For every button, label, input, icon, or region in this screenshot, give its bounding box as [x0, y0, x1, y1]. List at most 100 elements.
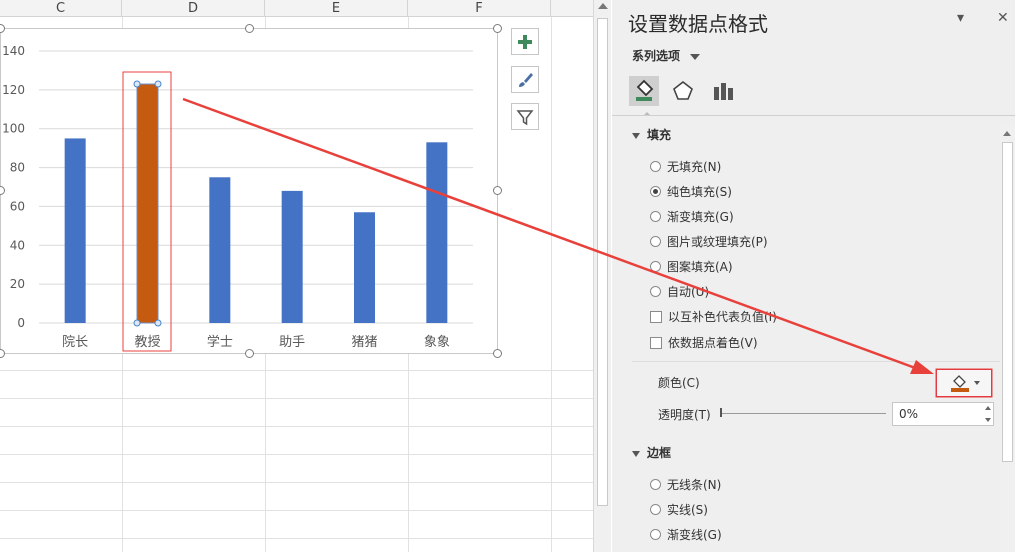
- resize-handle-top[interactable]: [245, 24, 254, 33]
- spin-up-icon[interactable]: [985, 406, 991, 410]
- border-option-solid[interactable]: 实线(S): [650, 501, 708, 518]
- option-label: 渐变填充(G): [667, 210, 734, 224]
- border-option-gradient[interactable]: 渐变线(G): [650, 526, 722, 543]
- chart-area[interactable]: 0 20 40 60 80 100 120 140 院长 教授 学士 助手 猪猪 象象: [0, 28, 498, 354]
- scrollbar-thumb[interactable]: [597, 18, 608, 506]
- fill-option-none[interactable]: 无填充(N): [650, 158, 721, 175]
- collapse-triangle-icon: [632, 450, 640, 457]
- pane-body: 填充 无填充(N) 纯色填充(S) 渐变填充(G) 图片或纹理填充(P) 图案填…: [612, 116, 1000, 552]
- border-section-label: 边框: [647, 446, 672, 460]
- x-tick-label: 猪猪: [351, 335, 377, 350]
- grid-line: [0, 538, 593, 539]
- option-label: 无线条(N): [667, 478, 722, 492]
- spin-down-icon[interactable]: [985, 418, 991, 422]
- chart-filters-button[interactable]: [511, 103, 539, 130]
- resize-handle-bottom-left[interactable]: [0, 349, 5, 358]
- radio-gradient-fill[interactable]: [650, 211, 661, 222]
- resize-handle-bottom[interactable]: [245, 349, 254, 358]
- transparency-slider[interactable]: [720, 413, 886, 414]
- resize-handle-right[interactable]: [493, 186, 502, 195]
- column-header-c[interactable]: C: [0, 0, 122, 17]
- radio-picture-fill[interactable]: [650, 236, 661, 247]
- data-point-handle[interactable]: [133, 319, 141, 327]
- radio-solid-fill[interactable]: [650, 186, 661, 197]
- border-option-none[interactable]: 无线条(N): [650, 476, 721, 493]
- x-tick-label: 教授: [134, 334, 160, 350]
- chevron-down-icon: [690, 53, 701, 60]
- fill-option-solid[interactable]: 纯色填充(S): [650, 183, 732, 200]
- bar-助手[interactable]: [281, 190, 303, 323]
- data-point-handle[interactable]: [133, 80, 141, 88]
- brush-icon: [519, 72, 533, 87]
- close-icon[interactable]: ✕: [997, 10, 1009, 26]
- collapse-triangle-icon: [632, 132, 640, 139]
- y-tick-label: 80: [10, 161, 25, 175]
- invert-if-negative-option[interactable]: 以互补色代表负值(I): [650, 308, 777, 325]
- option-label: 无填充(N): [667, 160, 722, 174]
- resize-handle-bottom-right[interactable]: [493, 349, 502, 358]
- grid-line: [551, 17, 552, 552]
- color-swatch: [951, 388, 969, 392]
- option-label: 自动(U): [667, 285, 710, 299]
- format-data-point-pane: 设置数据点格式 ▾ ✕ 系列选项 填充 无填充(N) 纯色填充(S) 渐变填充(…: [612, 0, 1015, 552]
- scroll-up-icon[interactable]: [1003, 131, 1011, 136]
- color-label: 颜色(C): [658, 376, 700, 390]
- bar-院长[interactable]: [64, 138, 86, 323]
- fill-section-header[interactable]: 填充: [632, 126, 671, 143]
- slider-thumb[interactable]: [720, 408, 722, 417]
- option-label: 图片或纹理填充(P): [667, 235, 768, 249]
- paint-bucket-color-icon: [951, 375, 980, 392]
- invert-if-negative-checkbox[interactable]: [650, 310, 662, 323]
- fill-option-automatic[interactable]: 自动(U): [650, 283, 709, 300]
- bar-象象[interactable]: [426, 142, 448, 323]
- column-header-f[interactable]: F: [408, 0, 551, 17]
- grid-line: [0, 510, 593, 511]
- radio-automatic-fill[interactable]: [650, 286, 661, 297]
- option-label: 图案填充(A): [667, 260, 733, 274]
- scroll-up-icon[interactable]: [598, 3, 608, 9]
- column-header-d[interactable]: D: [122, 0, 265, 17]
- fill-option-picture[interactable]: 图片或纹理填充(P): [650, 233, 768, 250]
- tab-effects[interactable]: [668, 76, 698, 106]
- spreadsheet-grid[interactable]: C D E F 0 20 40 60 80 100 120 140 院长 教授 学士 助手 猪猪 象象: [0, 0, 593, 552]
- sheet-vertical-scrollbar[interactable]: [593, 0, 611, 552]
- radio-solid-line[interactable]: [650, 504, 661, 515]
- radio-gradient-line[interactable]: [650, 529, 661, 540]
- y-tick-label: 100: [2, 122, 25, 136]
- fill-option-pattern[interactable]: 图案填充(A): [650, 258, 733, 275]
- pane-vertical-scrollbar[interactable]: [1000, 126, 1015, 552]
- chart-elements-button[interactable]: [511, 28, 539, 55]
- y-tick-label: 0: [17, 316, 25, 330]
- radio-pattern-fill[interactable]: [650, 261, 661, 272]
- fill-section-label: 填充: [647, 128, 672, 142]
- chart-styles-button[interactable]: [511, 66, 539, 93]
- resize-handle-top-right[interactable]: [493, 24, 502, 33]
- series-options-dropdown[interactable]: 系列选项: [632, 47, 701, 64]
- grid-line: [0, 426, 593, 427]
- bar-教授[interactable]: [136, 83, 159, 324]
- fill-color-picker[interactable]: [936, 369, 992, 397]
- x-tick-label: 学士: [207, 334, 233, 350]
- series-options-label: 系列选项: [632, 49, 681, 63]
- scrollbar-thumb[interactable]: [1002, 142, 1013, 462]
- border-section-header[interactable]: 边框: [632, 444, 671, 461]
- tab-series-options[interactable]: [708, 76, 738, 106]
- radio-no-line[interactable]: [650, 479, 661, 490]
- paint-bucket-icon: [636, 79, 654, 101]
- tab-fill-line[interactable]: [629, 76, 659, 106]
- bar-猪猪[interactable]: [354, 212, 375, 323]
- divider: [632, 361, 1000, 362]
- pane-options-icon[interactable]: ▾: [957, 10, 964, 26]
- bar-学士[interactable]: [209, 177, 231, 323]
- radio-no-fill[interactable]: [650, 161, 661, 172]
- y-tick-label: 120: [2, 83, 25, 97]
- data-point-handle[interactable]: [154, 319, 162, 327]
- pane-title: 设置数据点格式: [628, 12, 768, 36]
- data-point-handle[interactable]: [154, 80, 162, 88]
- vary-colors-checkbox[interactable]: [650, 336, 662, 349]
- fill-option-gradient[interactable]: 渐变填充(G): [650, 208, 734, 225]
- transparency-input[interactable]: 0%: [892, 402, 994, 426]
- vary-colors-option[interactable]: 依数据点着色(V): [650, 334, 758, 351]
- bar-chart[interactable]: 0 20 40 60 80 100 120 140 院长 教授 学士 助手 猪猪 象象: [1, 29, 499, 355]
- column-header-e[interactable]: E: [265, 0, 408, 17]
